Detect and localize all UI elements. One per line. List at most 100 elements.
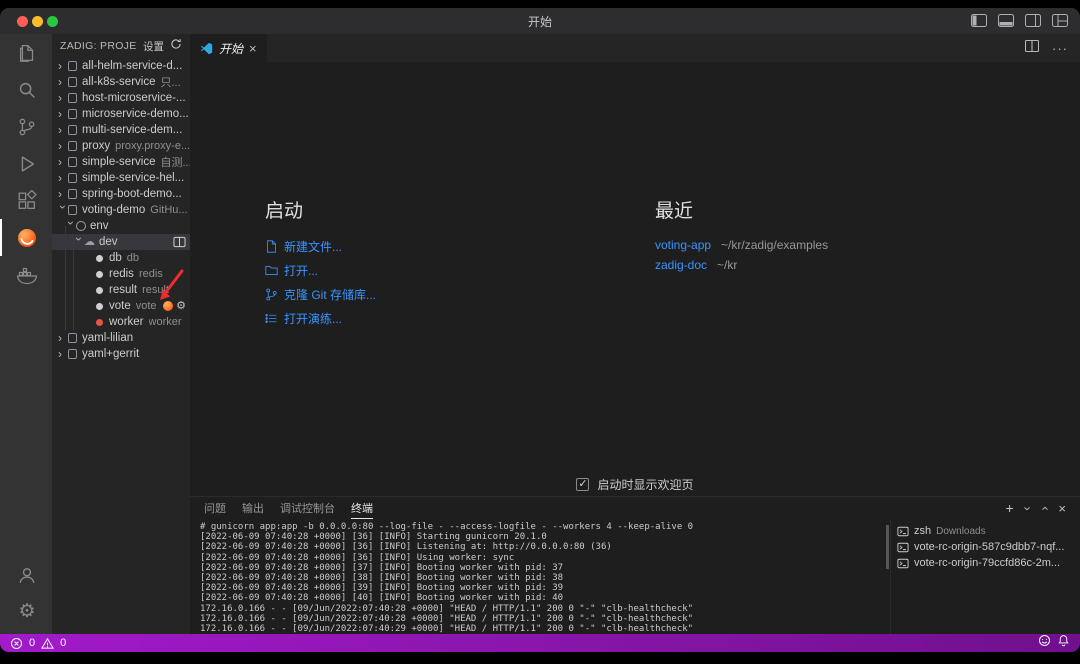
- feedback-icon[interactable]: [1038, 634, 1051, 652]
- new-file-link[interactable]: 新建文件...: [265, 238, 376, 255]
- problems-status[interactable]: 0 0: [10, 637, 66, 650]
- panel-tab-problems[interactable]: 问题: [204, 497, 226, 519]
- bottom-panel: 问题 输出 调试控制台 终端 + › › × # gunicorn app:ap…: [190, 496, 1080, 634]
- terminal-list-item-vote-rc-1[interactable]: vote-rc-origin-587c9dbb7-nqf...: [897, 539, 1076, 555]
- terminal-output[interactable]: # gunicorn app:app -b 0.0.0.0:80 --log-f…: [190, 519, 884, 634]
- tree-item-project[interactable]: › multi-service-dem...: [52, 122, 190, 138]
- extensions-icon[interactable]: [0, 182, 52, 219]
- tab-close-icon[interactable]: ×: [249, 42, 257, 55]
- clone-git-repo-link[interactable]: 克隆 Git 存储库...: [265, 286, 376, 303]
- new-terminal-icon[interactable]: +: [1006, 501, 1014, 515]
- start-heading: 启动: [265, 201, 304, 222]
- title-bar: 开始: [0, 8, 1080, 34]
- project-icon: [68, 61, 77, 71]
- chevron-right-icon: ›: [58, 331, 62, 345]
- tree-item-label: proxy: [82, 140, 111, 152]
- tree-item-env[interactable]: › env: [52, 218, 190, 234]
- search-icon[interactable]: [0, 71, 52, 108]
- terminal-profile-dropdown-icon[interactable]: ›: [1020, 506, 1035, 510]
- folder-open-icon: [265, 266, 278, 275]
- zadig-service-icon[interactable]: [163, 301, 174, 311]
- chevron-down-icon: ›: [64, 221, 78, 225]
- chevron-right-icon: ›: [58, 139, 62, 153]
- tree-item-label: voting-demo: [82, 204, 146, 216]
- tree-item-desc: redis: [138, 268, 163, 280]
- project-icon: [68, 125, 77, 135]
- settings-gear-icon[interactable]: ⚙: [0, 593, 52, 630]
- editor-area: 开始 × ··· 启动 新建文件... 打开... 克隆 Git 存储库... …: [190, 34, 1080, 634]
- welcome-tab-icon: [200, 42, 213, 54]
- git-clone-icon: [266, 288, 277, 301]
- tree-item-desc: GitHu...: [150, 204, 188, 216]
- tree-item-desc: proxy.proxy-e...: [115, 140, 190, 152]
- tree-item-project[interactable]: › yaml+gerrit: [52, 346, 190, 362]
- window-controls: [17, 16, 58, 27]
- chevron-right-icon: ›: [58, 187, 62, 201]
- tab-welcome[interactable]: 开始 ×: [190, 34, 267, 62]
- close-window-button[interactable]: [17, 16, 28, 27]
- tree-item-label: simple-service-hel...: [82, 172, 185, 184]
- chevron-right-icon: ›: [58, 155, 62, 169]
- tree-item-project[interactable]: › host-microservice-...: [52, 90, 190, 106]
- terminal-list-item-vote-rc-2[interactable]: vote-rc-origin-79ccfd86c-2m...: [897, 555, 1076, 571]
- tree-item-project[interactable]: › spring-boot-demo...: [52, 186, 190, 202]
- toggle-sidebar-icon[interactable]: [971, 14, 987, 27]
- tree-item-label: all-k8s-service: [82, 76, 156, 88]
- minimize-window-button[interactable]: [32, 16, 43, 27]
- service-settings-icon[interactable]: ⚙: [176, 300, 186, 312]
- panel-tab-debug-console[interactable]: 调试控制台: [280, 497, 335, 519]
- project-icon: [68, 109, 77, 119]
- sidebar-settings-link[interactable]: 设置: [143, 39, 164, 54]
- status-bar: 0 0: [0, 634, 1080, 652]
- zoom-window-button[interactable]: [47, 16, 58, 27]
- service-status-dot: [96, 270, 103, 278]
- zadig-extension-icon[interactable]: [0, 219, 52, 256]
- tree-item-project[interactable]: › simple-service-hel...: [52, 170, 190, 186]
- panel-tab-terminal[interactable]: 终端: [351, 497, 373, 519]
- source-control-icon[interactable]: [0, 108, 52, 145]
- open-link[interactable]: 打开...: [265, 262, 376, 279]
- chevron-down-icon: ›: [56, 205, 70, 209]
- tree-item-project[interactable]: › all-k8s-service 只...: [52, 74, 190, 90]
- toggle-panel-icon[interactable]: [998, 14, 1014, 27]
- tree-item-project[interactable]: › yaml-lilian: [52, 330, 190, 346]
- recent-item-link[interactable]: voting-app: [655, 238, 711, 252]
- warning-icon: [41, 637, 55, 649]
- notifications-bell-icon[interactable]: [1057, 634, 1070, 652]
- project-icon: [68, 141, 77, 151]
- tree-item-desc: db: [126, 252, 140, 264]
- open-environment-icon[interactable]: [173, 236, 186, 248]
- run-debug-icon[interactable]: [0, 145, 52, 182]
- split-editor-icon[interactable]: [1024, 39, 1040, 57]
- panel-maximize-icon[interactable]: ›: [1037, 506, 1052, 510]
- tree-item-voting-demo[interactable]: › voting-demo GitHu...: [52, 202, 190, 218]
- tree-item-label: spring-boot-demo...: [82, 188, 182, 200]
- error-icon: [10, 637, 23, 649]
- tree-item-project[interactable]: › proxy proxy.proxy-e...: [52, 138, 190, 154]
- recent-item: voting-app ~/kr/zadig/examples: [655, 238, 828, 252]
- recent-item-path: ~/kr: [717, 258, 738, 272]
- account-icon[interactable]: [0, 556, 52, 593]
- panel-tab-output[interactable]: 输出: [242, 497, 264, 519]
- toggle-secondary-sidebar-icon[interactable]: [1025, 14, 1041, 27]
- tree-item-project[interactable]: › simple-service 自测...: [52, 154, 190, 170]
- panel-close-icon[interactable]: ×: [1058, 502, 1066, 515]
- panel-header: 问题 输出 调试控制台 终端 + › › ×: [190, 497, 1080, 519]
- refresh-icon[interactable]: [170, 37, 182, 55]
- terminal-list-item-zsh[interactable]: zsh Downloads: [897, 523, 1076, 539]
- tree-item-project[interactable]: › microservice-demo...: [52, 106, 190, 122]
- more-actions-icon[interactable]: ···: [1052, 41, 1068, 56]
- tree-item-desc: vote: [135, 300, 157, 312]
- welcome-page: 启动 新建文件... 打开... 克隆 Git 存储库... 打开演练... 最…: [190, 62, 1080, 496]
- docker-icon[interactable]: [0, 256, 52, 293]
- show-welcome-checkbox[interactable]: ✓: [576, 478, 590, 491]
- new-file-icon: [267, 240, 276, 253]
- terminal-scrollbar[interactable]: [886, 525, 889, 569]
- tree-item-project[interactable]: › all-helm-service-d...: [52, 58, 190, 74]
- open-walkthrough-link[interactable]: 打开演练...: [265, 310, 376, 327]
- customize-layout-icon[interactable]: [1052, 14, 1068, 27]
- recent-item-link[interactable]: zadig-doc: [655, 258, 707, 272]
- project-icon: [68, 77, 77, 87]
- service-status-dot: [96, 286, 103, 294]
- explorer-icon[interactable]: [0, 34, 52, 71]
